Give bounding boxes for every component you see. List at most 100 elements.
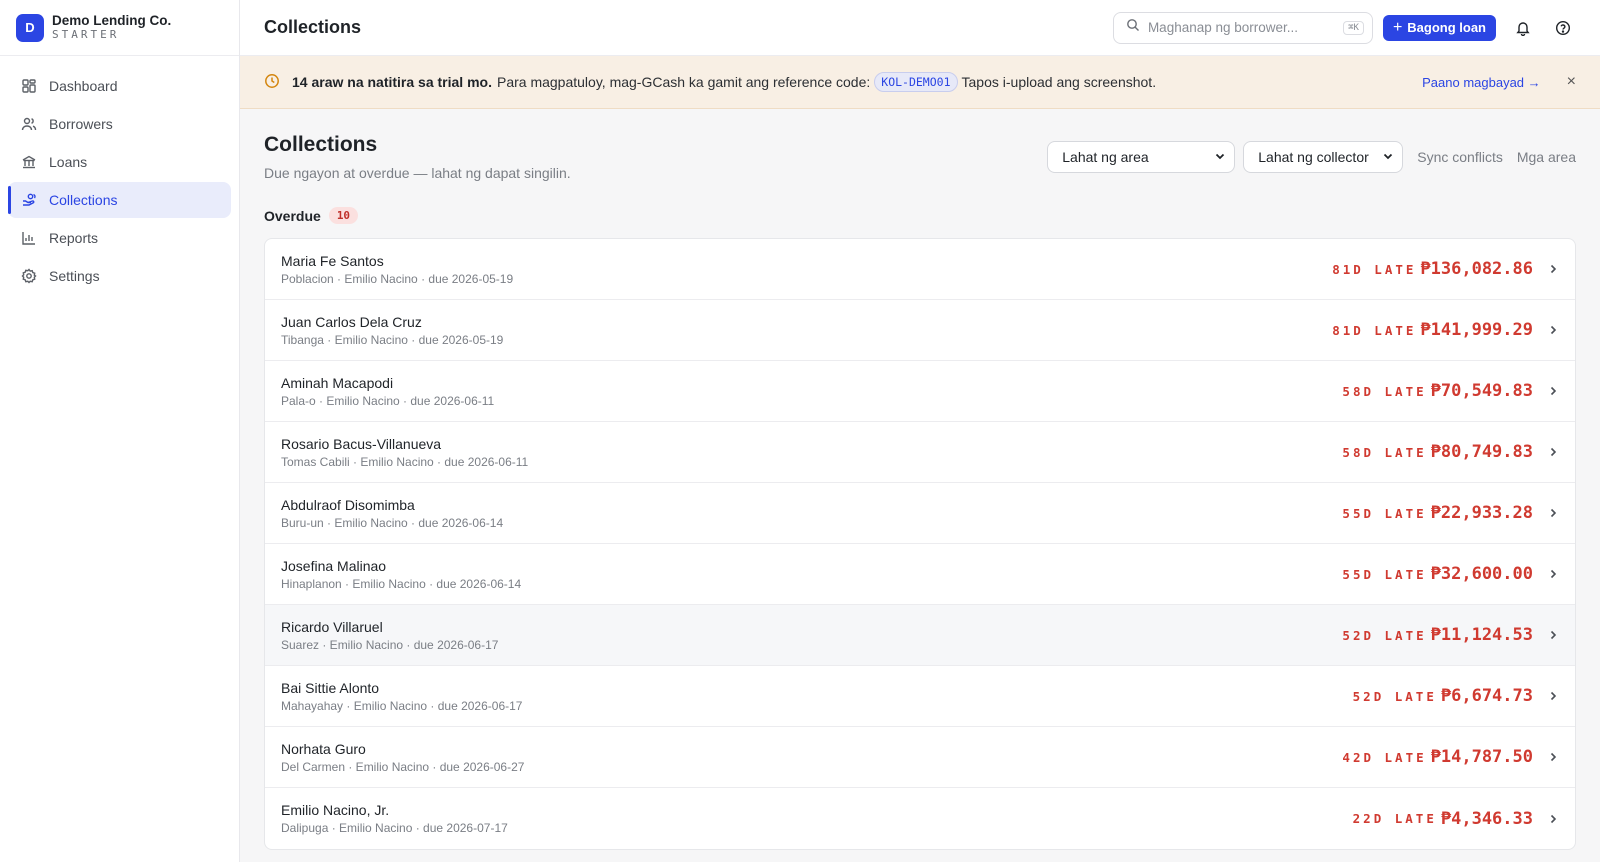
sidebar-item-label: Settings — [49, 268, 100, 284]
search-shortcut: ⌘K — [1343, 20, 1364, 35]
amount-due: ₱136,082.86 — [1420, 259, 1533, 279]
brand-plan: STARTER — [52, 27, 120, 41]
search-box[interactable]: ⌘K — [1112, 11, 1373, 44]
table-row[interactable]: Ricardo Villaruel Suarez · Emilio Nacino … — [265, 605, 1575, 666]
chevron-right-icon — [1547, 813, 1559, 825]
table-row[interactable]: Juan Carlos Dela Cruz Tibanga · Emilio Na… — [265, 300, 1575, 361]
overdue-count-badge: 10 — [328, 207, 359, 224]
table-row[interactable]: Maria Fe Santos Poblacion · Emilio Nacino… — [265, 239, 1575, 300]
days-late: 81D LATE — [1332, 261, 1417, 277]
clock-icon — [264, 73, 280, 92]
bell-icon[interactable] — [1510, 15, 1536, 41]
chevron-right-icon — [1547, 385, 1559, 397]
sidebar-item-reports[interactable]: Reports — [8, 220, 231, 256]
borrower-meta: Mahayahay · Emilio Nacino · due 2026-06-… — [281, 698, 523, 713]
borrower-meta: Tibanga · Emilio Nacino · due 2026-05-19 — [281, 332, 504, 347]
borrower-meta: Dalipuga · Emilio Nacino · due 2026-07-1… — [281, 821, 508, 835]
sync-conflicts-link[interactable]: Sync conflicts — [1417, 149, 1503, 165]
overdue-list: Maria Fe Santos Poblacion · Emilio Nacino… — [264, 238, 1576, 850]
days-late: 58D LATE — [1342, 444, 1427, 460]
overdue-section-header: Overdue 10 — [264, 207, 1576, 224]
sidebar-item-settings[interactable]: Settings — [8, 258, 231, 294]
borrower-name: Ricardo Villaruel — [281, 618, 383, 635]
borrower-meta: Tomas Cabili · Emilio Nacino · due 2026-… — [281, 454, 529, 469]
days-late: 42D LATE — [1342, 749, 1427, 765]
collector-select[interactable]: Lahat ng collector — [1243, 141, 1404, 173]
topbar: Collections ⌘K + Bagong loan — [240, 0, 1600, 56]
bar-chart-icon — [21, 230, 37, 246]
chevron-right-icon — [1547, 568, 1559, 580]
plus-icon: + — [1392, 18, 1403, 36]
chevron-right-icon — [1547, 324, 1559, 336]
table-row[interactable]: Rosario Bacus-Villanueva Tomas Cabili · E… — [265, 422, 1575, 483]
collector-select-value: Lahat ng collector — [1258, 149, 1369, 165]
borrower-name: Bai Sittie Alonto — [281, 679, 380, 696]
search-icon — [1126, 18, 1140, 37]
borrower-name: Aminah Macapodi — [281, 374, 394, 391]
brand-name: Demo Lending Co. — [52, 13, 172, 29]
amount-due: ₱80,749.83 — [1430, 442, 1533, 462]
help-icon[interactable] — [1550, 15, 1576, 41]
reference-code[interactable]: KOL-DEMO01 — [874, 72, 958, 92]
borrower-name: Maria Fe Santos — [281, 252, 384, 269]
main-content: Collections Due ngayon at overdue — laha… — [240, 109, 1600, 862]
days-late: 81D LATE — [1332, 322, 1417, 338]
amount-due: ₱70,549.83 — [1430, 381, 1533, 401]
borrower-name: Norhata Guro — [281, 740, 366, 757]
new-loan-label: Bagong loan — [1407, 20, 1486, 35]
borrower-name: Juan Carlos Dela Cruz — [281, 313, 422, 330]
brand[interactable]: D Demo Lending Co. STARTER — [0, 0, 239, 56]
banner-headline: 14 araw na natitira sa trial mo. — [292, 74, 492, 90]
borrower-meta: Pala-o · Emilio Nacino · due 2026-06-11 — [281, 393, 495, 408]
sidebar-item-label: Collections — [49, 192, 118, 208]
borrower-name: Abdulraof Disomimba — [281, 496, 415, 513]
new-loan-button[interactable]: + Bagong loan — [1382, 14, 1496, 41]
table-row[interactable]: Bai Sittie Alonto Mahayahay · Emilio Naci… — [265, 666, 1575, 727]
sidebar-item-borrowers[interactable]: Borrowers — [8, 106, 231, 142]
brand-logo: D — [16, 13, 44, 42]
gear-icon — [21, 268, 37, 284]
amount-due: ₱6,674.73 — [1440, 686, 1533, 706]
days-late: 55D LATE — [1342, 566, 1427, 582]
close-icon[interactable]: × — [1567, 73, 1576, 91]
borrower-meta: Del Carmen · Emilio Nacino · due 2026-06… — [281, 759, 525, 774]
sidebar-item-collections[interactable]: Collections — [8, 182, 231, 218]
table-row[interactable]: Aminah Macapodi Pala-o · Emilio Nacino · … — [265, 361, 1575, 422]
amount-due: ₱22,933.28 — [1430, 503, 1533, 523]
users-icon — [21, 116, 37, 132]
borrower-meta: Suarez · Emilio Nacino · due 2026-06-17 — [281, 637, 499, 652]
chevron-right-icon — [1547, 629, 1559, 641]
days-late: 22D LATE — [1352, 811, 1437, 826]
chevron-right-icon — [1547, 751, 1559, 763]
sidebar: D Demo Lending Co. STARTER Dashboard Bor… — [0, 0, 240, 862]
page-subtitle: Due ngayon at overdue — lahat ng dapat s… — [264, 165, 571, 181]
hand-coins-icon — [21, 192, 37, 208]
sidebar-item-dashboard[interactable]: Dashboard — [8, 68, 231, 104]
topbar-title: Collections — [264, 17, 362, 37]
areas-link[interactable]: Mga area — [1517, 149, 1576, 165]
grid-icon — [21, 78, 37, 94]
page-title: Collections — [264, 133, 378, 156]
chevron-right-icon — [1547, 690, 1559, 702]
table-row[interactable]: Josefina Malinao Hinaplanon · Emilio Naci… — [265, 544, 1575, 605]
amount-due: ₱11,124.53 — [1430, 625, 1533, 645]
banner-text: Para magpatuloy, mag-GCash ka gamit ang … — [496, 74, 871, 90]
chevron-down-icon — [1382, 149, 1394, 165]
trial-banner: 14 araw na natitira sa trial mo. Para ma… — [240, 56, 1600, 109]
section-title: Overdue — [264, 207, 321, 224]
how-to-pay-link[interactable]: Paano magbayad → — [1422, 75, 1541, 90]
table-row[interactable]: Norhata Guro Del Carmen · Emilio Nacino ·… — [265, 727, 1575, 788]
search-input[interactable] — [1147, 20, 1344, 35]
sidebar-item-loans[interactable]: Loans — [8, 144, 231, 180]
area-select[interactable]: Lahat ng area — [1047, 141, 1236, 173]
borrower-meta: Poblacion · Emilio Nacino · due 2026-05-… — [281, 271, 514, 286]
borrower-meta: Buru-un · Emilio Nacino · due 2026-06-14 — [281, 515, 504, 530]
days-late: 55D LATE — [1342, 505, 1427, 521]
sidebar-item-label: Reports — [49, 230, 99, 246]
table-row[interactable]: Emilio Nacino, Jr. Dalipuga · Emilio Naci… — [265, 788, 1575, 849]
table-row[interactable]: Abdulraof Disomimba Buru-un · Emilio Naci… — [265, 483, 1575, 544]
amount-due: ₱141,999.29 — [1420, 320, 1533, 340]
sidebar-nav: Dashboard Borrowers Loans Collections Re… — [0, 56, 239, 308]
borrower-meta: Hinaplanon · Emilio Nacino · due 2026-06… — [281, 576, 522, 591]
amount-due: ₱4,346.33 — [1440, 808, 1533, 829]
